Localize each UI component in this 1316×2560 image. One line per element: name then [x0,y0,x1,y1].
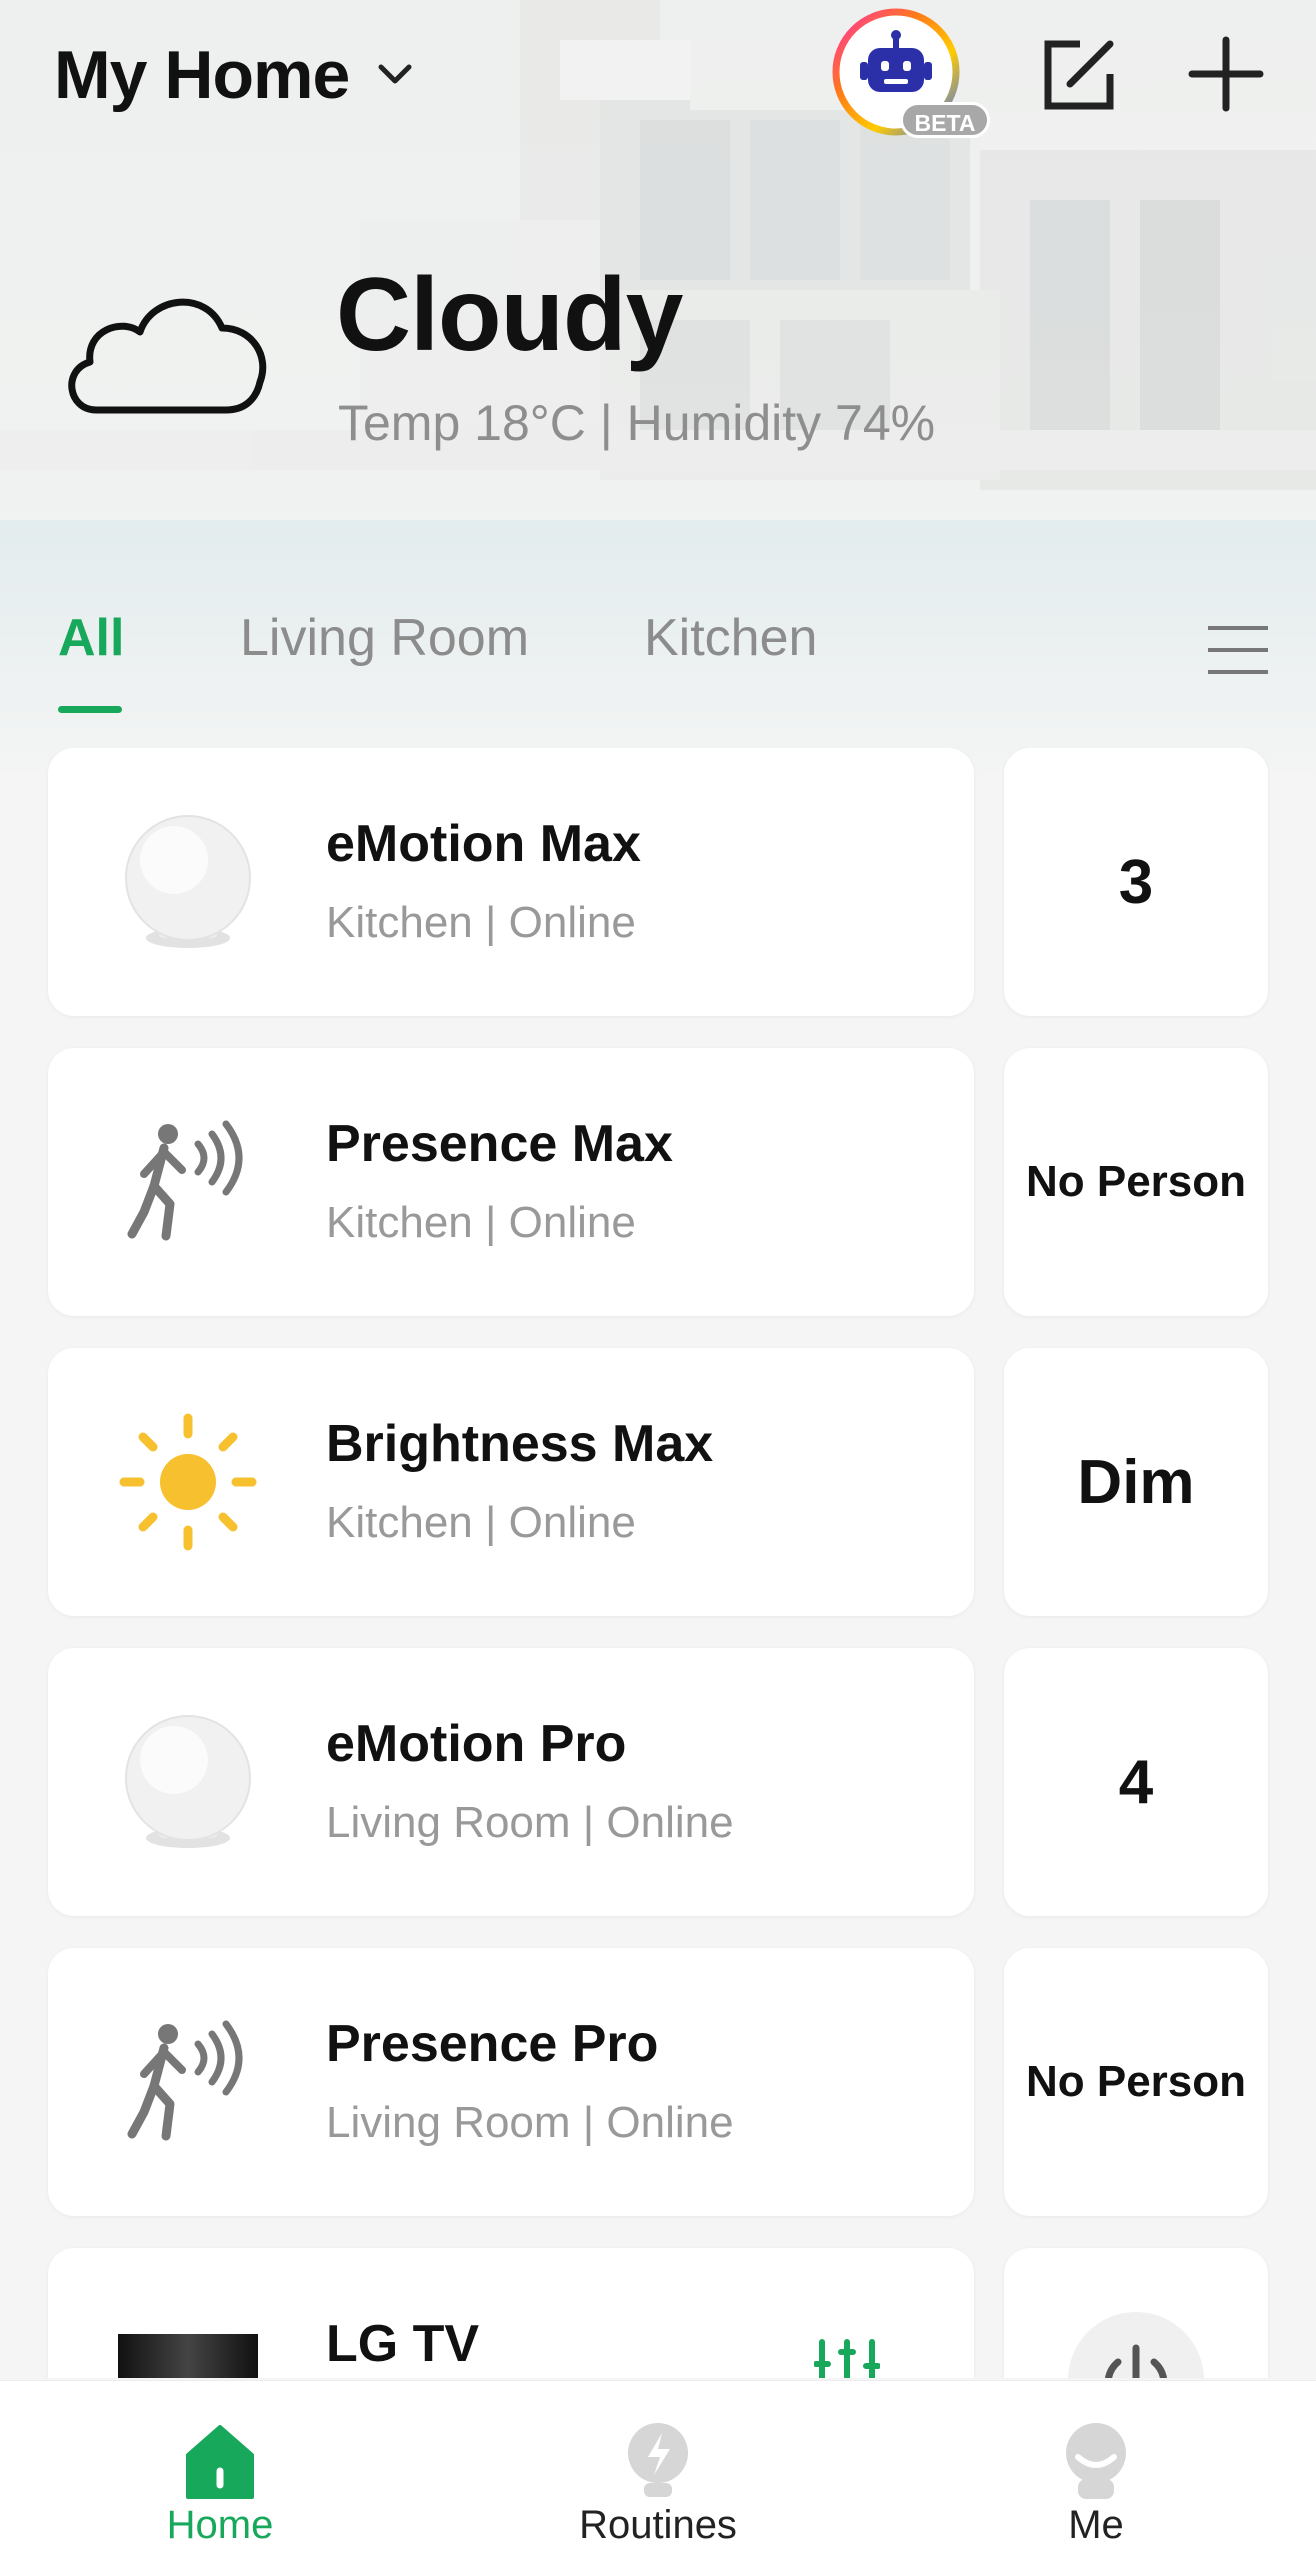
device-subtitle: Kitchen | Online [326,1198,636,1247]
device-card[interactable]: LG TV [48,2248,974,2378]
sun-icon [119,1413,257,1551]
device-status-card[interactable]: No Person [1004,1048,1268,1316]
device-card[interactable]: Brightness Max Kitchen | Online [48,1348,974,1616]
weather-condition: Cloudy [336,257,683,373]
app-root: My Home BETA Cloudy Temp 18°C | Humidity… [0,0,1316,2560]
tab-kitchen[interactable]: Kitchen [644,608,817,668]
device-name: Presence Pro [326,2015,659,2073]
device-status-card[interactable] [1004,2248,1268,2378]
weather-details: Temp 18°C | Humidity 74% [338,395,936,451]
presence-walker-icon [127,2020,243,2141]
tv-icon [118,2334,258,2378]
home-icon [186,2425,254,2499]
header: My Home BETA [0,0,1316,160]
device-subtitle: Living Room | Online [326,2098,734,2147]
power-icon [1105,2344,1167,2378]
sphere-sensor-icon [125,815,251,948]
device-card[interactable]: Presence Max Kitchen | Online [48,1048,974,1316]
weather-panel[interactable]: Cloudy Temp 18°C | Humidity 74% [0,240,1316,480]
nav-home[interactable]: Home [70,2381,370,2560]
device-name: Brightness Max [326,1415,714,1473]
cloud-icon [68,298,267,414]
device-status: 3 [1118,847,1154,917]
device-card[interactable]: Presence Pro Living Room | Online [48,1948,974,2216]
device-row: eMotion Pro Living Room | Online 4 [48,1648,1268,1916]
presence-walker-icon [127,1120,243,1241]
nav-me[interactable]: Me [946,2381,1246,2560]
device-status-card[interactable]: 4 [1004,1648,1268,1916]
device-card[interactable]: eMotion Pro Living Room | Online [48,1648,974,1916]
active-tab-indicator [58,706,122,713]
tab-living-room[interactable]: Living Room [240,608,529,668]
nav-home-label: Home [166,2503,274,2547]
device-subtitle: Kitchen | Online [326,1498,636,1547]
device-row: Presence Max Kitchen | Online No Person [48,1048,1268,1316]
device-status: Dim [1077,1447,1195,1517]
device-card[interactable]: eMotion Max Kitchen | Online [48,748,974,1016]
device-status-card[interactable]: No Person [1004,1948,1268,2216]
device-status: No Person [1025,2057,1247,2106]
equalizer-icon[interactable] [814,2338,880,2378]
sphere-sensor-icon [125,1715,251,1848]
tab-all[interactable]: All [58,608,124,668]
device-status: No Person [1025,1157,1247,1206]
device-row: Brightness Max Kitchen | Online Dim [48,1348,1268,1616]
nav-routines-label: Routines [579,2503,737,2547]
device-subtitle: Living Room | Online [326,1798,734,1847]
home-switcher[interactable]: My Home [54,36,415,114]
room-tabs: All Living Room Kitchen [0,590,1316,720]
edit-icon[interactable] [1040,38,1116,114]
device-status: 4 [1118,1747,1154,1817]
power-button[interactable] [1068,2312,1204,2378]
nav-me-label: Me [1068,2503,1124,2547]
device-row: LG TV [48,2248,1268,2378]
device-row: eMotion Max Kitchen | Online 3 [48,748,1268,1016]
device-name: LG TV [326,2315,480,2373]
home-title: My Home [54,37,350,113]
device-name: eMotion Pro [326,1715,627,1773]
hamburger-icon[interactable] [1206,620,1270,680]
beta-badge: BETA [900,102,990,138]
chevron-down-icon [378,64,412,84]
device-subtitle: Kitchen | Online [326,898,636,947]
bottom-navigation: Home Routines Me [0,2380,1316,2560]
device-row: Presence Pro Living Room | Online No Per… [48,1948,1268,2216]
user-icon [1066,2423,1126,2499]
device-name: eMotion Max [326,815,641,873]
plus-icon[interactable] [1186,34,1266,114]
device-name: Presence Max [326,1115,673,1173]
nav-routines[interactable]: Routines [508,2381,808,2560]
device-list: eMotion Max Kitchen | Online 3 Presence … [0,748,1316,2378]
device-status-card[interactable]: 3 [1004,748,1268,1016]
ai-assistant-button[interactable]: BETA [830,6,990,144]
lightbulb-bolt-icon [628,2423,688,2497]
device-status-card[interactable]: Dim [1004,1348,1268,1616]
